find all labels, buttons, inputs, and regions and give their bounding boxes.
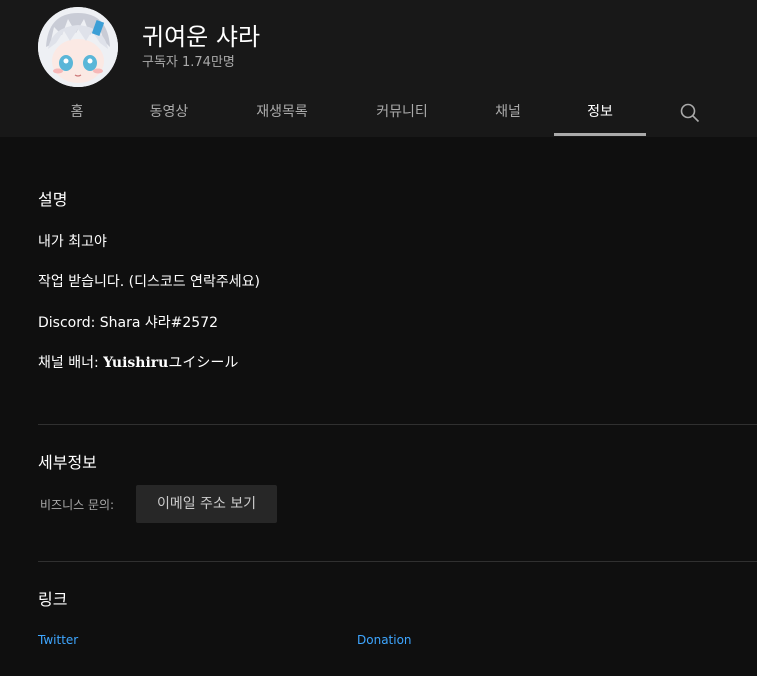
tab-playlists[interactable]: 재생목록 [244, 90, 320, 135]
search-icon[interactable] [679, 102, 701, 124]
tab-videos[interactable]: 동영상 [136, 90, 202, 135]
channel-header: 귀여운 샤라 구독자 1.74만명 홈 동영상 재생목록 커뮤니티 채널 정보 [0, 0, 757, 137]
tab-about[interactable]: 정보 [554, 90, 646, 136]
subscriber-count: 구독자 1.74만명 [142, 55, 235, 70]
twitter-link[interactable]: Twitter [38, 633, 78, 647]
tab-channels[interactable]: 채널 [482, 90, 534, 135]
channel-name: 귀여운 샤라 [142, 23, 261, 51]
business-inquiry-label: 비즈니스 문의: [40, 498, 115, 512]
details-title: 세부정보 [38, 453, 97, 472]
description-line: 내가 최고야 [38, 234, 107, 250]
description-title: 설명 [38, 190, 68, 209]
banner-artist-suffix: ユイシール [168, 355, 239, 371]
tab-community[interactable]: 커뮤니티 [362, 90, 442, 135]
description-line: 작업 받습니다. (디스코드 연락주세요) [38, 274, 260, 290]
channel-avatar[interactable] [38, 7, 118, 87]
avatar-illustration [38, 7, 118, 87]
tab-home[interactable]: 홈 [58, 90, 96, 135]
channel-banner-credit: 채널 배너: Yuishiruユイシール [38, 352, 238, 372]
view-email-button[interactable]: 이메일 주소 보기 [136, 485, 277, 523]
banner-artist-name: Yuishiru [103, 355, 169, 371]
divider [38, 561, 757, 562]
divider [38, 424, 757, 425]
donation-link[interactable]: Donation [357, 633, 412, 647]
banner-prefix: 채널 배너: [38, 355, 104, 371]
channel-tabs: 홈 동영상 재생목록 커뮤니티 채널 정보 [0, 90, 757, 137]
description-line: Discord: Shara 샤라#2572 [38, 315, 219, 331]
links-title: 링크 [38, 590, 68, 609]
